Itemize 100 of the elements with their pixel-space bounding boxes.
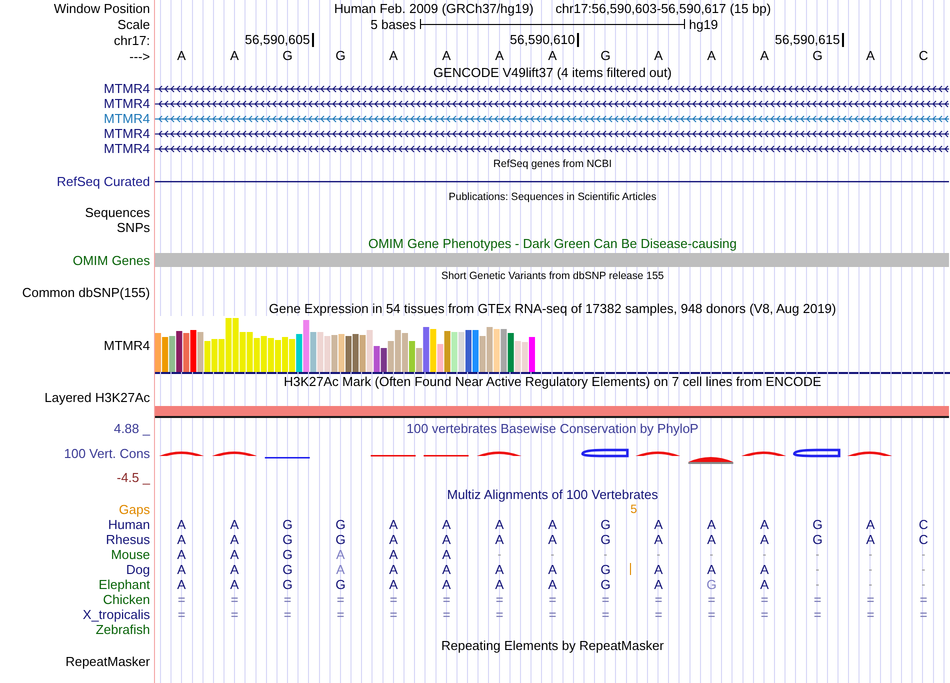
track-title: Publications: Sequences in Scientific Articles [448,190,656,204]
species-label: Zebrafish [96,622,150,637]
base-letter: A [866,49,875,63]
base-letter: C [918,49,928,63]
aligned-base: A [495,562,504,576]
aligned-base: = [390,608,398,622]
aligned-base: G [282,578,293,592]
aligned-base: - [498,548,502,562]
base-letter: G [282,49,293,63]
track-title: Multiz Alignments of 100 Vertebrates [446,487,658,502]
gene-label: MTMR4 [104,126,150,141]
assembly-name: hg19 [688,16,719,32]
track-label: ---> [129,48,150,64]
aligned-base: A [707,532,716,546]
aligned-base: = [866,592,874,606]
aligned-base: G [812,532,823,546]
aligned-base: G [706,578,717,592]
track-label: Sequences [84,205,150,220]
track-title: Gene Expression in 54 tissues from GTEx RNA-seq of 17382 samples, 948 donors (V8, Aug 2019) [268,300,836,316]
coordinate-tick: 56,590,605 [244,33,314,47]
species-label: Chicken [103,592,150,607]
aligned-base: G [600,532,611,546]
aligned-base: - [922,548,926,562]
aligned-base: A [760,518,769,532]
aligned-base: A [495,532,504,546]
axis-min-label: -4.5 _ [116,470,150,485]
base-letter: A [230,49,239,63]
aligned-base: G [600,518,611,532]
coordinate-tick: 56,590,610 [510,33,579,47]
aligned-base: A [654,578,663,592]
track-label: Gaps [118,502,150,517]
aligned-base: = [708,592,716,606]
aligned-base: - [922,578,926,592]
aligned-base: G [282,562,293,576]
species-label: X_tropicalis [82,607,150,622]
aligned-base: G [282,548,293,562]
track-label: RefSeq Curated [56,174,150,188]
track-label: RepeatMasker [65,654,150,669]
aligned-base: = [496,592,504,606]
aligned-base: - [816,578,820,592]
aligned-base: A [230,532,239,546]
aligned-base: = [654,592,662,606]
aligned-base: = [814,592,822,606]
aligned-base: = [496,608,504,622]
aligned-base: G [335,532,346,546]
aligned-base: = [442,592,450,606]
aligned-base: A [389,548,398,562]
base-letter: A [177,49,186,63]
aligned-base: A [442,532,451,546]
aligned-base: A [654,532,663,546]
aligned-base: A [442,578,451,592]
species-label: Human [108,517,150,532]
track-title: 100 vertebrates Basewise Conservation by PhyloP [406,420,698,436]
base-letter: G [600,49,611,63]
track-label: Common dbSNP(155) [22,284,150,300]
track-label: MTMR4 [104,338,150,352]
axis-max-label: 4.88 _ [114,421,150,436]
aligned-base: = [602,608,610,622]
aligned-base: G [282,532,293,546]
aligned-base: A [230,578,239,592]
aligned-base: A [177,532,186,546]
base-letter: A [442,49,451,63]
aligned-base: A [177,518,186,532]
track-title: H3K27Ac Mark (Often Found Near Active Regulatory Elements) on 7 cell lines from ENCODE [284,374,822,388]
aligned-base: C [918,518,928,532]
aligned-base: A [230,548,239,562]
aligned-base: = [866,608,874,622]
aligned-base: = [336,592,344,606]
gene-label: MTMR4 [104,111,150,126]
gap-count: 5 [630,502,637,516]
aligned-base: A [389,578,398,592]
aligned-base: - [868,578,872,592]
track-title: OMIM Gene Phenotypes - Dark Green Can Be Disease-causing [368,236,737,251]
track-label: chr17: [114,32,150,48]
scale-text: 5 bases [369,16,417,32]
aligned-base: = [920,592,928,606]
aligned-base: G [600,578,611,592]
aligned-base: A [760,578,769,592]
aligned-base: = [336,608,344,622]
track-label: Window Position [54,0,150,16]
aligned-base: A [442,562,451,576]
aligned-base: - [868,562,872,576]
track-label: Scale [117,16,150,32]
species-label: Dog [126,562,150,577]
aligned-base: - [868,548,872,562]
aligned-base: = [284,592,292,606]
aligned-base: = [548,608,556,622]
track-label: OMIM Genes [72,252,150,268]
aligned-base: - [816,548,820,562]
aligned-base: A [389,532,398,546]
track-title: Short Genetic Variants from dbSNP release 155 [441,268,664,284]
aligned-base: = [548,592,556,606]
aligned-base: - [710,548,714,562]
aligned-base: A [707,518,716,532]
aligned-base: A [548,518,557,532]
aligned-base: - [550,548,554,562]
aligned-base: A [336,562,345,576]
species-label: Mouse [110,547,150,562]
aligned-base: A [548,578,557,592]
aligned-base: A [230,518,239,532]
